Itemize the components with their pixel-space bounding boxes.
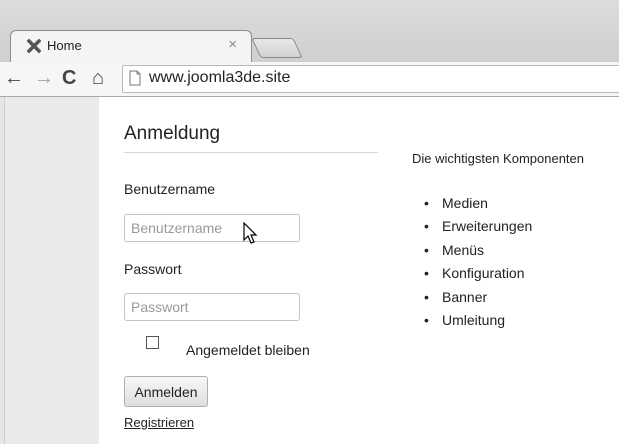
tab-close-icon[interactable]: ×	[228, 36, 237, 53]
login-title: Anmeldung	[124, 123, 221, 144]
browser-titlebar: Home ×	[0, 0, 619, 63]
forward-arrow-icon[interactable]: →	[34, 66, 54, 90]
password-input[interactable]	[124, 293, 300, 321]
joomla-favicon-icon	[26, 38, 42, 54]
browser-tab-home[interactable]: Home ×	[10, 30, 252, 63]
components-list: Medien Erweiterungen Menüs Konfiguration…	[424, 192, 532, 333]
list-item: Medien	[424, 192, 532, 216]
login-divider	[124, 152, 378, 153]
remember-me-checkbox[interactable]	[146, 336, 159, 349]
left-sidebar-strip	[0, 97, 99, 444]
url-text: www.joomla3de.site	[149, 69, 291, 86]
list-item: Umleitung	[424, 309, 532, 333]
username-input[interactable]	[124, 214, 300, 242]
new-tab-button[interactable]	[251, 38, 303, 58]
home-icon[interactable]: ⌂	[92, 66, 104, 90]
list-item: Menüs	[424, 239, 532, 263]
register-link[interactable]: Registrieren	[124, 415, 194, 430]
list-item: Konfiguration	[424, 262, 532, 286]
remember-me-label: Angemeldet bleiben	[186, 342, 310, 358]
components-intro: Die wichtigsten Komponenten	[412, 151, 584, 166]
password-label: Passwort	[124, 261, 182, 277]
page-content: Anmeldung Benutzername Passwort Angemeld…	[0, 97, 619, 444]
page-icon	[129, 70, 141, 86]
left-sidebar-panel	[4, 97, 99, 444]
browser-toolbar: ← → C ⌂ www.joomla3de.site	[0, 62, 619, 97]
list-item: Banner	[424, 286, 532, 310]
address-bar[interactable]: www.joomla3de.site	[122, 65, 619, 93]
reload-icon[interactable]: C	[62, 66, 76, 90]
mouse-pointer-icon	[243, 222, 258, 244]
username-label: Benutzername	[124, 181, 216, 197]
back-arrow-icon[interactable]: ←	[4, 66, 24, 90]
login-button[interactable]: Anmelden	[124, 376, 208, 407]
tab-title: Home	[47, 38, 82, 53]
list-item: Erweiterungen	[424, 215, 532, 239]
